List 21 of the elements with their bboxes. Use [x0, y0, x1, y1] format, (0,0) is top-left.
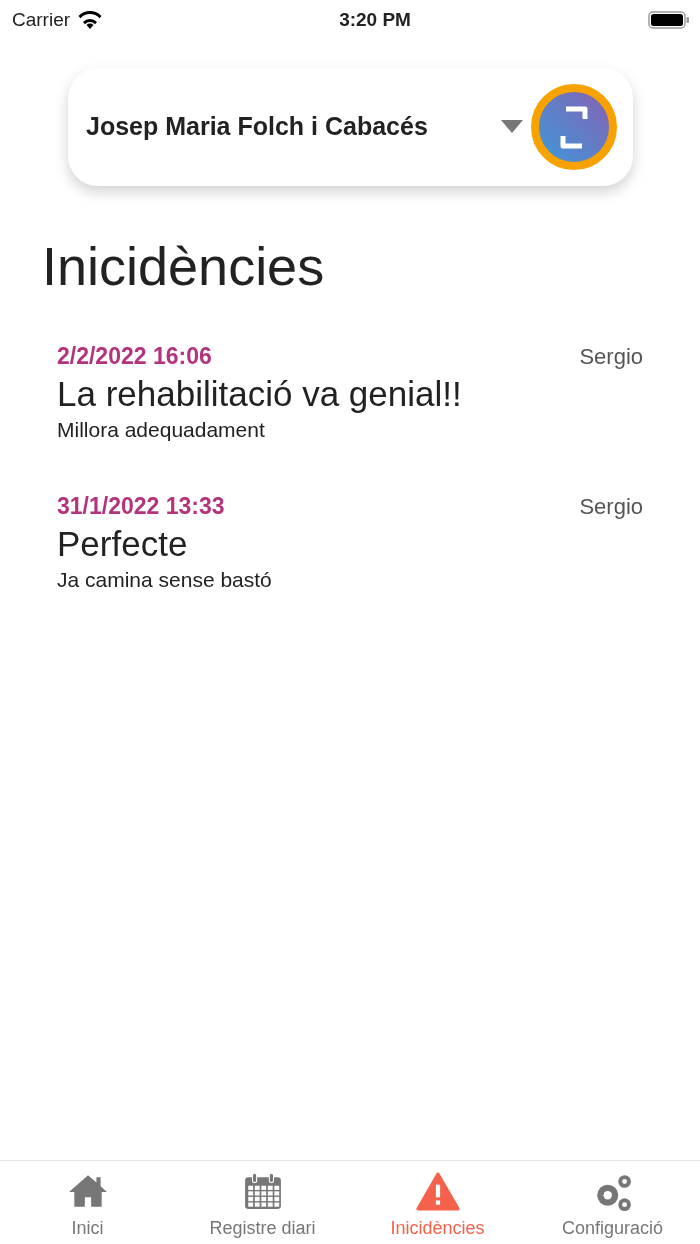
warning-icon: [415, 1171, 460, 1211]
incident-title: La rehabilitació va genial!!: [57, 373, 463, 414]
incident-date: 2/2/2022 16:06: [57, 342, 212, 371]
avatar-icon[interactable]: [531, 84, 617, 170]
battery-icon: [648, 10, 690, 30]
incident-date: 31/1/2022 13:33: [57, 492, 225, 522]
patient-name: Josep Maria Folch i Cabacés: [86, 111, 429, 143]
tab[interactable]: Configuració: [525, 1161, 700, 1244]
tab[interactable]: Inicidències: [350, 1161, 525, 1244]
page-title: Inicidències: [42, 235, 326, 298]
incident-description: Ja camina sense bastó: [57, 567, 273, 593]
incident-author: Sergio: [579, 493, 643, 522]
incident-title: Perfecte: [57, 523, 189, 564]
tab[interactable]: Inici: [0, 1161, 175, 1244]
wifi-icon: [78, 11, 103, 29]
incident-author: Sergio: [579, 343, 643, 371]
tab[interactable]: Registre diari: [175, 1161, 350, 1244]
incident-description: Millora adequadament: [57, 416, 266, 443]
clock-time: 3:20 PM: [339, 7, 411, 32]
dropdown-caret-icon[interactable]: [501, 120, 523, 134]
carrier-label: Carrier: [12, 7, 71, 32]
